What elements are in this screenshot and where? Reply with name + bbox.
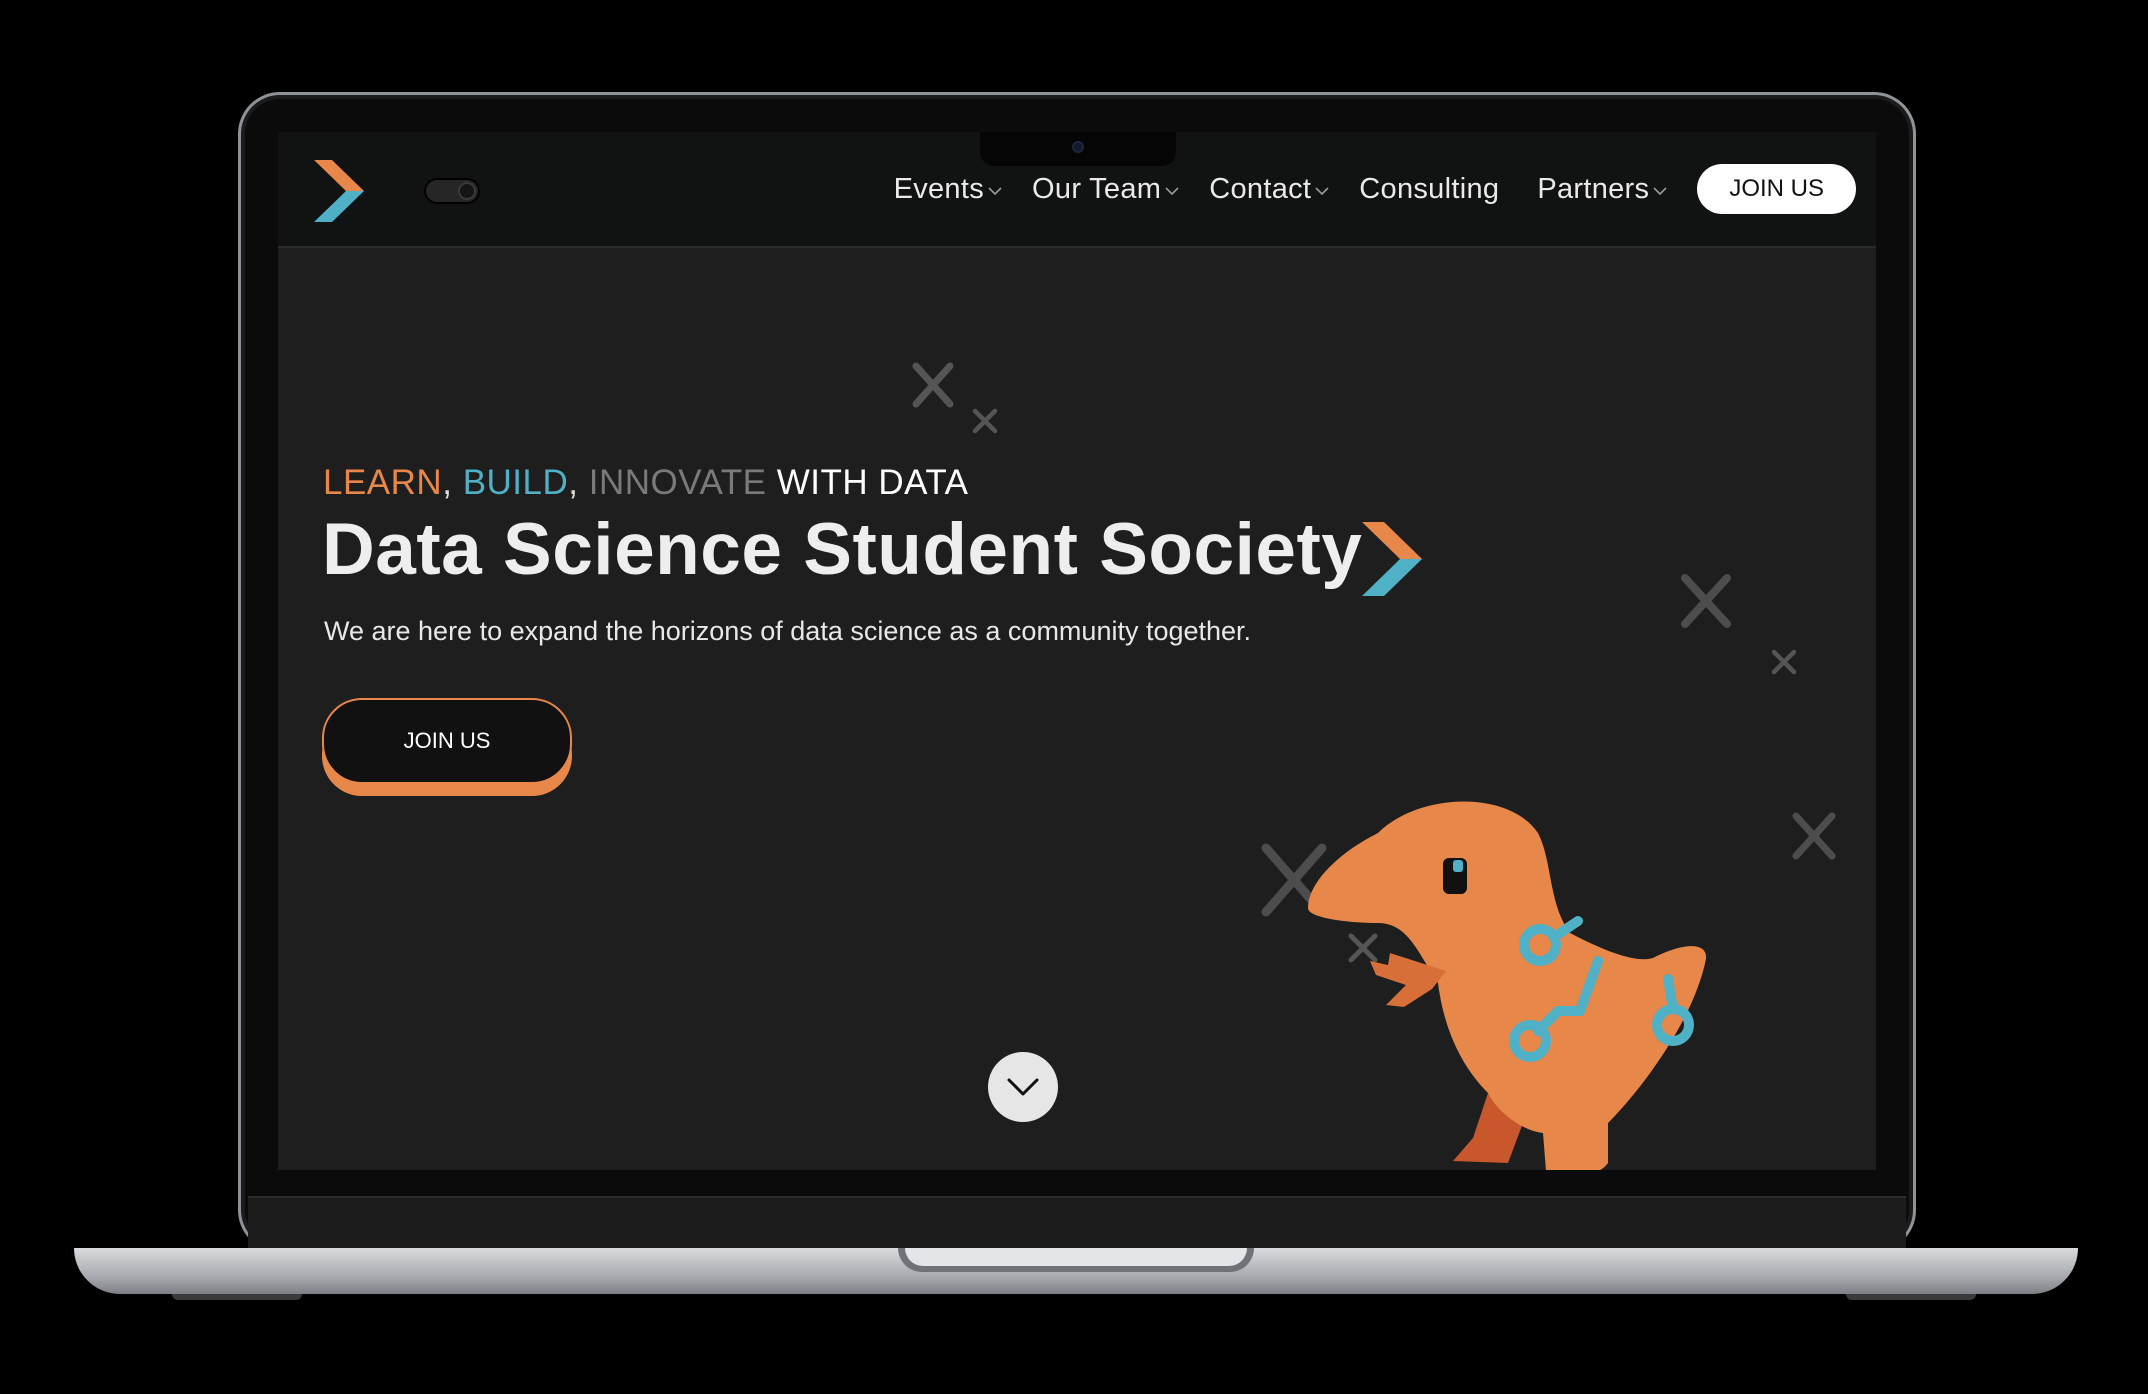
cross-icon <box>1771 649 1797 675</box>
chevron-down-icon <box>1315 187 1329 196</box>
dinosaur-mascot-icon <box>1308 801 1707 1170</box>
tagline-learn: LEARN <box>323 463 443 502</box>
hero-join-label: JOIN US <box>322 698 572 784</box>
hero-section: LEARN, BUILD, INNOVATE WITH DATA Data Sc… <box>278 248 1876 1170</box>
camera-notch <box>980 132 1176 166</box>
cross-icon <box>912 362 954 408</box>
tagline-separator: , <box>568 463 579 502</box>
nav-item-label: Consulting <box>1359 172 1500 205</box>
cross-icon <box>972 408 998 434</box>
moon-icon <box>458 182 476 200</box>
laptop-groove-inner <box>905 1248 1247 1266</box>
laptop-foot <box>1846 1294 1976 1300</box>
tagline-innovate: INNOVATE <box>588 463 767 502</box>
hero-join-button[interactable]: JOIN US <box>322 698 572 798</box>
tagline-build: BUILD <box>462 463 569 502</box>
nav-item-contact[interactable]: Contact <box>1209 173 1329 206</box>
scroll-down-button[interactable] <box>988 1052 1058 1122</box>
nav-item-label: Contact <box>1209 172 1312 205</box>
nav-item-partners[interactable]: Partners <box>1537 173 1667 206</box>
browser-screen: Events Our Team Contact Consulting Partn… <box>278 132 1876 1170</box>
nav-item-label: Events <box>893 172 985 205</box>
nav-join-button[interactable]: JOIN US <box>1697 164 1856 214</box>
cross-icon <box>1681 574 1731 628</box>
chevron-logo-icon <box>1362 522 1422 596</box>
chevron-down-icon <box>1165 187 1179 196</box>
nav-item-our-team[interactable]: Our Team <box>1032 173 1179 206</box>
laptop-bezel-bottom <box>248 1196 1906 1250</box>
chevron-down-icon <box>1653 187 1667 196</box>
chevron-down-icon <box>988 187 1002 196</box>
hero-title: Data Science Student Society <box>322 509 1363 590</box>
chevron-down-icon <box>1007 1078 1039 1096</box>
tagline-separator: , <box>442 463 453 502</box>
logo-chevron-icon[interactable] <box>314 160 366 222</box>
theme-toggle[interactable] <box>424 178 480 204</box>
camera-icon <box>1072 141 1084 153</box>
laptop-foot <box>172 1294 302 1300</box>
hero-subtitle: We are here to expand the horizons of da… <box>324 616 1252 646</box>
tagline-with-data: WITH DATA <box>776 463 969 502</box>
hero-tagline: LEARN, BUILD, INNOVATE WITH DATA <box>323 463 969 503</box>
nav-item-consulting[interactable]: Consulting <box>1359 173 1499 206</box>
nav-item-label: Partners <box>1537 172 1650 205</box>
nav-item-label: Our Team <box>1032 172 1162 205</box>
nav-item-events[interactable]: Events <box>894 173 1002 206</box>
